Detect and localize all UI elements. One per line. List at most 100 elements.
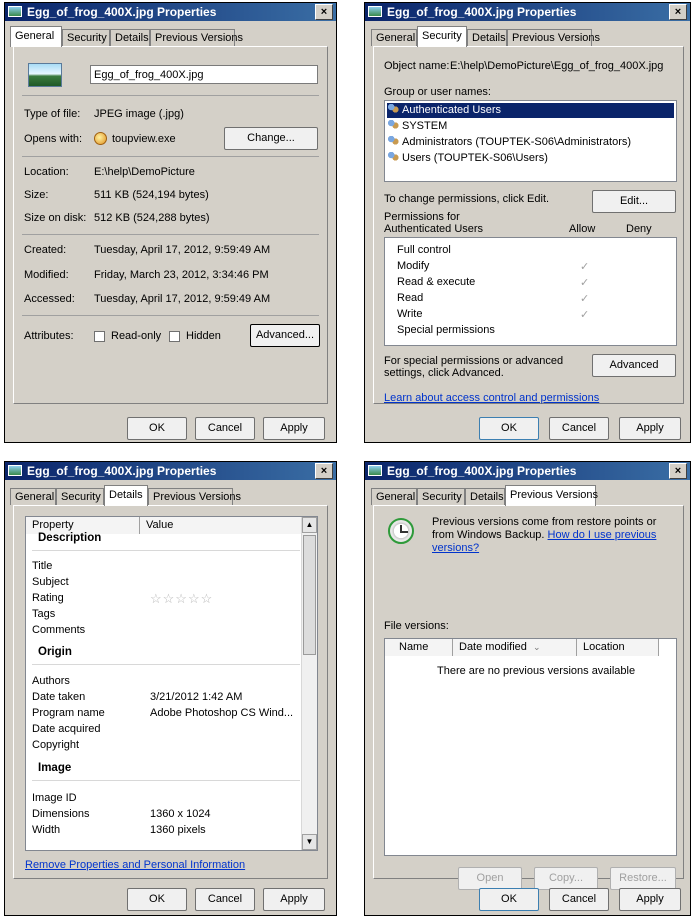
apply-button[interactable]: Apply — [263, 888, 325, 911]
change-button[interactable]: Change... — [224, 127, 318, 150]
advanced-button[interactable]: Advanced... — [250, 324, 320, 347]
scroll-up-icon[interactable]: ▲ — [302, 517, 317, 533]
cancel-button[interactable]: Cancel — [195, 417, 255, 440]
property-value: 3/21/2012 1:42 AM — [150, 691, 243, 703]
object-name-label: Object name: — [384, 60, 450, 72]
tab-details[interactable]: Details — [110, 29, 150, 46]
tab-details[interactable]: Details — [104, 485, 148, 506]
tab-details[interactable]: Details — [467, 29, 507, 46]
allow-check: ✓ — [580, 293, 590, 305]
list-item[interactable]: Authenticated Users — [387, 103, 674, 118]
close-button[interactable]: × — [669, 463, 687, 479]
column-header-location[interactable]: Location — [577, 639, 659, 656]
properties-dialog-previous-versions: Egg_of_frog_400X.jpg Properties × Genera… — [364, 461, 691, 916]
learn-link[interactable]: Learn about access control and permissio… — [384, 392, 599, 404]
image-file-icon — [368, 6, 382, 17]
permission-name: Write — [397, 308, 423, 320]
advanced-button[interactable]: Advanced — [592, 354, 676, 377]
window-title: Egg_of_frog_400X.jpg Properties — [387, 5, 577, 19]
versions-list[interactable]: Name Date modified ⌄ Location There are … — [384, 638, 677, 856]
tab-general[interactable]: General — [10, 26, 62, 47]
close-button[interactable]: × — [315, 463, 333, 479]
property-name: Subject — [32, 576, 69, 588]
edit-button[interactable]: Edit... — [592, 190, 676, 213]
tab-security[interactable]: Security — [62, 29, 110, 46]
hidden-label[interactable]: Hidden — [186, 330, 221, 342]
permission-name: Read — [397, 292, 424, 304]
group-user-list[interactable]: Authenticated Users SYSTEM Administrator… — [384, 100, 677, 182]
cancel-button[interactable]: Cancel — [195, 888, 255, 911]
tab-general[interactable]: General — [371, 488, 417, 505]
image-file-icon — [8, 6, 22, 17]
tab-previous-versions[interactable]: Previous Versions — [148, 488, 241, 505]
column-header-date-modified[interactable]: Date modified ⌄ — [453, 639, 577, 656]
opens-label: Opens with: — [24, 133, 83, 145]
readonly-checkbox[interactable] — [94, 331, 105, 342]
location-label: Location: — [24, 166, 69, 178]
close-button[interactable]: × — [669, 4, 687, 20]
sort-chevron-icon: ⌄ — [532, 642, 541, 652]
vertical-scrollbar[interactable]: ▲ ▼ — [301, 517, 317, 850]
readonly-label[interactable]: Read-only — [111, 330, 161, 342]
accessed-value: Tuesday, April 17, 2012, 9:59:49 AM — [94, 293, 271, 305]
property-name: Rating — [32, 592, 64, 604]
scroll-down-icon[interactable]: ▼ — [302, 834, 317, 850]
created-label: Created: — [24, 244, 67, 256]
divider — [32, 780, 300, 781]
apply-button[interactable]: Apply — [619, 417, 681, 440]
ok-button[interactable]: OK — [127, 417, 187, 440]
property-value: Adobe Photoshop CS Wind... — [150, 707, 294, 719]
properties-list[interactable]: Property Value Description Title Subject… — [25, 516, 318, 851]
property-name: Authors — [32, 675, 70, 687]
list-item[interactable]: Users (TOUPTEK-S06\Users) — [387, 151, 674, 166]
rating-stars-icon[interactable]: ☆☆☆☆☆ — [150, 591, 213, 607]
title-bar[interactable]: Egg_of_frog_400X.jpg Properties × — [365, 462, 690, 480]
title-bar[interactable]: Egg_of_frog_400X.jpg Properties × — [5, 462, 336, 480]
previous-versions-panel: Previous versions come from restore poin… — [373, 505, 684, 890]
ok-button[interactable]: OK — [479, 417, 539, 440]
window-title: Egg_of_frog_400X.jpg Properties — [27, 464, 217, 478]
open-button[interactable]: Open — [458, 867, 522, 890]
window-title: Egg_of_frog_400X.jpg Properties — [387, 464, 577, 478]
tab-security[interactable]: Security — [417, 26, 467, 47]
restore-button[interactable]: Restore... — [610, 867, 676, 890]
list-item[interactable]: SYSTEM — [387, 119, 674, 134]
created-value: Tuesday, April 17, 2012, 9:59:49 AM — [94, 244, 271, 256]
clock-hand — [401, 531, 408, 533]
tab-security[interactable]: Security — [56, 488, 104, 505]
close-button[interactable]: × — [315, 4, 333, 20]
scroll-thumb[interactable] — [303, 535, 316, 655]
property-name: Copyright — [32, 739, 80, 751]
column-header-value[interactable]: Value — [140, 517, 302, 534]
tab-general[interactable]: General — [10, 488, 56, 505]
tab-details[interactable]: Details — [465, 488, 505, 505]
property-name: Tags — [32, 608, 56, 620]
filename-field[interactable]: Egg_of_frog_400X.jpg — [90, 65, 318, 84]
cancel-button[interactable]: Cancel — [549, 888, 609, 911]
tab-general[interactable]: General — [371, 29, 417, 46]
apply-button[interactable]: Apply — [619, 888, 681, 911]
attributes-label: Attributes: — [24, 330, 74, 342]
group-header: Description — [38, 532, 102, 544]
tab-previous-versions[interactable]: Previous Versions — [150, 29, 243, 46]
list-item[interactable]: Administrators (TOUPTEK-S06\Administrato… — [387, 135, 674, 150]
change-permissions-text: To change permissions, click Edit. — [384, 193, 550, 205]
title-bar[interactable]: Egg_of_frog_400X.jpg Properties × — [5, 3, 336, 21]
allow-check: ✓ — [580, 261, 590, 273]
tab-previous-versions[interactable]: Previous Versions — [505, 485, 598, 506]
property-name: Image ID — [32, 792, 77, 804]
property-value: 1360 pixels — [150, 824, 206, 836]
ok-button[interactable]: OK — [127, 888, 187, 911]
cancel-button[interactable]: Cancel — [549, 417, 609, 440]
tab-security[interactable]: Security — [417, 488, 465, 505]
special-permissions-text: For special permissions or advanced sett… — [384, 355, 564, 379]
opens-value: toupview.exe — [112, 133, 176, 145]
apply-button[interactable]: Apply — [263, 417, 325, 440]
hidden-checkbox[interactable] — [169, 331, 180, 342]
title-bar[interactable]: Egg_of_frog_400X.jpg Properties × — [365, 3, 690, 21]
column-header-name[interactable]: Name — [385, 639, 453, 656]
copy-button[interactable]: Copy... — [534, 867, 598, 890]
ok-button[interactable]: OK — [479, 888, 539, 911]
tab-previous-versions[interactable]: Previous Versions — [507, 29, 600, 46]
remove-properties-link[interactable]: Remove Properties and Personal Informati… — [25, 859, 245, 871]
